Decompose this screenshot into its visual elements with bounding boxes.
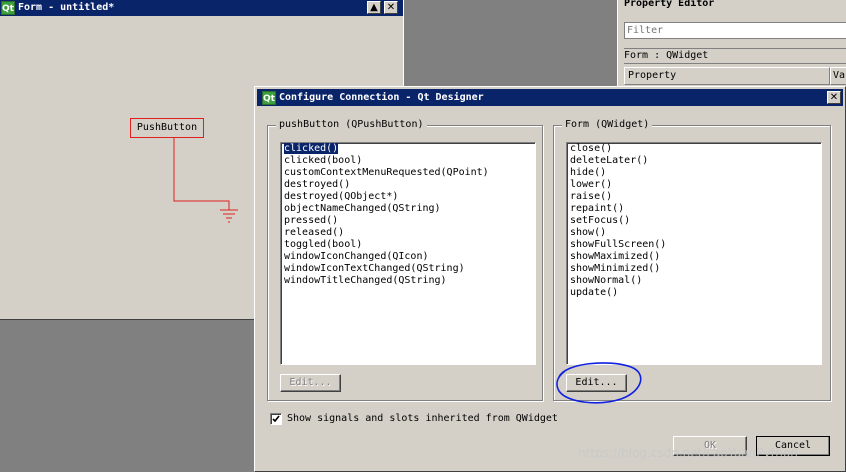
list-item[interactable]: clicked() <box>281 143 535 155</box>
filter-input[interactable] <box>624 22 846 39</box>
list-item[interactable]: objectNameChanged(QString) <box>281 203 535 215</box>
list-item-label: windowIconTextChanged(QString) <box>284 263 465 274</box>
list-item[interactable]: hide() <box>567 167 821 179</box>
list-item[interactable]: destroyed(QObject*) <box>281 191 535 203</box>
signals-edit-button[interactable]: Edit... <box>280 374 341 392</box>
show-inherited-label[interactable]: Show signals and slots inherited from QW… <box>287 413 558 425</box>
dialog-title: Configure Connection - Qt Designer <box>279 92 484 103</box>
signals-group-label: pushButton (QPushButton) <box>276 119 427 131</box>
list-item-label: showNormal() <box>570 275 643 286</box>
list-item-label: pressed() <box>284 215 339 226</box>
list-item-label: windowTitleChanged(QString) <box>284 275 447 286</box>
list-item-label: objectNameChanged(QString) <box>284 203 441 214</box>
list-item[interactable]: destroyed() <box>281 179 535 191</box>
property-column-header[interactable]: Property <box>624 67 830 85</box>
list-item-label: clicked() <box>282 143 340 155</box>
list-item[interactable]: lower() <box>567 179 821 191</box>
property-editor-title: Property Editor <box>624 0 715 9</box>
list-item-label: close() <box>570 143 613 154</box>
list-item[interactable]: windowIconTextChanged(QString) <box>281 263 535 275</box>
list-item[interactable]: showMinimized() <box>567 263 821 275</box>
list-item[interactable]: repaint() <box>567 203 821 215</box>
list-item[interactable]: pressed() <box>281 215 535 227</box>
list-item-label: showFullScreen() <box>570 239 667 250</box>
list-item[interactable]: update() <box>567 287 821 299</box>
property-editor: Property Editor Form : QWidget Property … <box>617 0 846 90</box>
list-item-label: clicked(bool) <box>284 155 363 166</box>
slots-list[interactable]: close() deleteLater() hide() lower() raise()… <box>566 142 822 365</box>
watermark: https://blog.csdn.net/LaoYuanPython <box>578 446 798 460</box>
annotation-highlight <box>556 362 642 404</box>
object-label: Form : QWidget <box>624 48 846 64</box>
list-item-label: deleteLater() <box>570 155 649 166</box>
qt-logo-icon: Qt <box>262 91 276 105</box>
list-item[interactable]: showFullScreen() <box>567 239 821 251</box>
list-item[interactable]: close() <box>567 143 821 155</box>
list-item-label: customContextMenuRequested(QPoint) <box>284 167 489 178</box>
list-item-label: showMinimized() <box>570 263 661 274</box>
list-item[interactable]: showMaximized() <box>567 251 821 263</box>
list-item[interactable]: clicked(bool) <box>281 155 535 167</box>
list-item-label: hide() <box>570 167 607 178</box>
slots-group-label: Form (QWidget) <box>562 119 653 131</box>
value-column-header[interactable]: Va <box>830 67 846 85</box>
list-item-label: update() <box>570 287 619 298</box>
list-item-label: windowIconChanged(QIcon) <box>284 251 429 262</box>
list-item-label: show() <box>570 227 607 238</box>
list-item-label: raise() <box>570 191 613 202</box>
list-item[interactable]: windowIconChanged(QIcon) <box>281 251 535 263</box>
checkmark-icon <box>272 415 280 423</box>
list-item-label: showMaximized() <box>570 251 661 262</box>
list-item-label: released() <box>284 227 345 238</box>
list-item-label: destroyed(QObject*) <box>284 191 399 202</box>
list-item[interactable]: toggled(bool) <box>281 239 535 251</box>
configure-connection-dialog: Qt Configure Connection - Qt Designer ✕ … <box>254 86 846 472</box>
list-item-label: destroyed() <box>284 179 351 190</box>
list-item-label: repaint() <box>570 203 625 214</box>
list-item-label: toggled(bool) <box>284 239 363 250</box>
show-inherited-checkbox[interactable] <box>270 413 282 425</box>
list-item[interactable]: windowTitleChanged(QString) <box>281 275 535 287</box>
dialog-close-button[interactable]: ✕ <box>827 91 841 104</box>
list-item[interactable]: show() <box>567 227 821 239</box>
list-item[interactable]: raise() <box>567 191 821 203</box>
list-item[interactable]: setFocus() <box>567 215 821 227</box>
list-item[interactable]: deleteLater() <box>567 155 821 167</box>
list-item[interactable]: showNormal() <box>567 275 821 287</box>
dialog-title-bar[interactable]: Qt Configure Connection - Qt Designer ✕ <box>257 89 843 106</box>
list-item-label: setFocus() <box>570 215 631 226</box>
list-item[interactable]: released() <box>281 227 535 239</box>
signals-list[interactable]: clicked() clicked(bool) customContextMenuR… <box>280 142 536 365</box>
list-item[interactable]: customContextMenuRequested(QPoint) <box>281 167 535 179</box>
list-item-label: lower() <box>570 179 613 190</box>
